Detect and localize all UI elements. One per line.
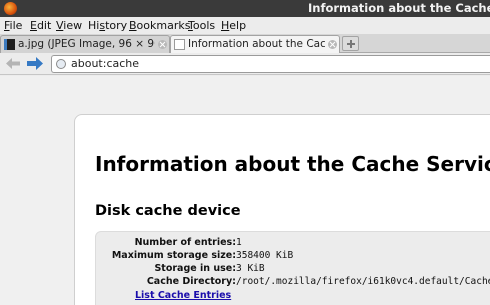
window-title: Information about the Cache Servic: [308, 2, 490, 15]
image-favicon-icon: [4, 39, 15, 50]
menu-file-label: ile: [9, 19, 23, 32]
menu-view[interactable]: View: [56, 18, 82, 33]
window-titlebar: Information about the Cache Servic: [0, 0, 490, 17]
info-value: /root/.mozilla/firefox/i61k0vc4.default/…: [236, 276, 490, 287]
menu-bookmarks-accel: B: [129, 19, 137, 32]
url-text[interactable]: about:cache: [71, 57, 139, 71]
menu-tools-label: ools: [192, 19, 216, 32]
info-key: Maximum storage size:: [111, 250, 236, 261]
info-key: Storage in use:: [154, 263, 236, 274]
cache-info-box: Number of entries: 1 Maximum storage siz…: [95, 231, 490, 305]
close-tab-icon[interactable]: [328, 40, 337, 49]
menu-tools[interactable]: Tools: [188, 18, 215, 33]
section-title: Disk cache device: [95, 203, 241, 219]
menu-file[interactable]: File: [4, 18, 22, 33]
page-favicon-icon: [174, 39, 185, 50]
info-row: Maximum storage size: 358400 KiB: [96, 249, 490, 262]
menu-bar: File Edit View History Bookmarks Tools H…: [0, 17, 490, 34]
info-value: 3 KiB: [236, 263, 265, 274]
page-content: Information about the Cache Service Disk…: [0, 76, 490, 305]
navigation-bar: about:cache: [0, 53, 490, 75]
menu-edit-accel: E: [30, 19, 37, 32]
menu-history-prefix: Hi: [88, 19, 100, 32]
menu-history-label: tory: [105, 19, 128, 32]
page-title: Information about the Cache Service: [95, 152, 490, 176]
content-card: Information about the Cache Service Disk…: [74, 114, 490, 305]
close-tab-icon[interactable]: [158, 40, 167, 49]
back-arrow-icon[interactable]: [6, 58, 20, 69]
menu-help[interactable]: Help: [221, 18, 246, 33]
tab-image[interactable]: a.jpg (JPEG Image, 96 × 96 p...: [0, 35, 170, 53]
info-key: Number of entries:: [134, 237, 236, 248]
info-row: Cache Directory: /root/.mozilla/firefox/…: [96, 275, 490, 288]
menu-help-label: elp: [229, 19, 247, 32]
forward-arrow-icon[interactable]: [27, 57, 43, 70]
firefox-logo-icon: [4, 2, 17, 15]
tab-cache-label: Information about the Cache...: [188, 38, 325, 50]
tab-strip: a.jpg (JPEG Image, 96 × 96 p... Informat…: [0, 34, 490, 54]
list-cache-entries-link[interactable]: List Cache Entries: [135, 289, 231, 302]
tab-cache[interactable]: Information about the Cache...: [170, 35, 340, 54]
info-row: Number of entries: 1: [96, 236, 490, 249]
menu-edit-label: dit: [36, 19, 52, 32]
info-row: Storage in use: 3 KiB: [96, 262, 490, 275]
info-value: 358400 KiB: [236, 250, 294, 261]
info-value: 1: [236, 237, 242, 248]
tab-image-label: a.jpg (JPEG Image, 96 × 96 p...: [18, 38, 155, 50]
menu-bookmarks[interactable]: Bookmarks: [129, 18, 190, 33]
menu-edit[interactable]: Edit: [30, 18, 51, 33]
menu-history[interactable]: History: [88, 18, 127, 33]
globe-icon: [56, 59, 66, 69]
info-key: Cache Directory:: [146, 276, 236, 287]
menu-view-label: iew: [63, 19, 83, 32]
url-bar[interactable]: about:cache: [51, 55, 490, 73]
new-tab-button[interactable]: [342, 36, 359, 51]
menu-bookmarks-label: ookmarks: [136, 19, 191, 32]
